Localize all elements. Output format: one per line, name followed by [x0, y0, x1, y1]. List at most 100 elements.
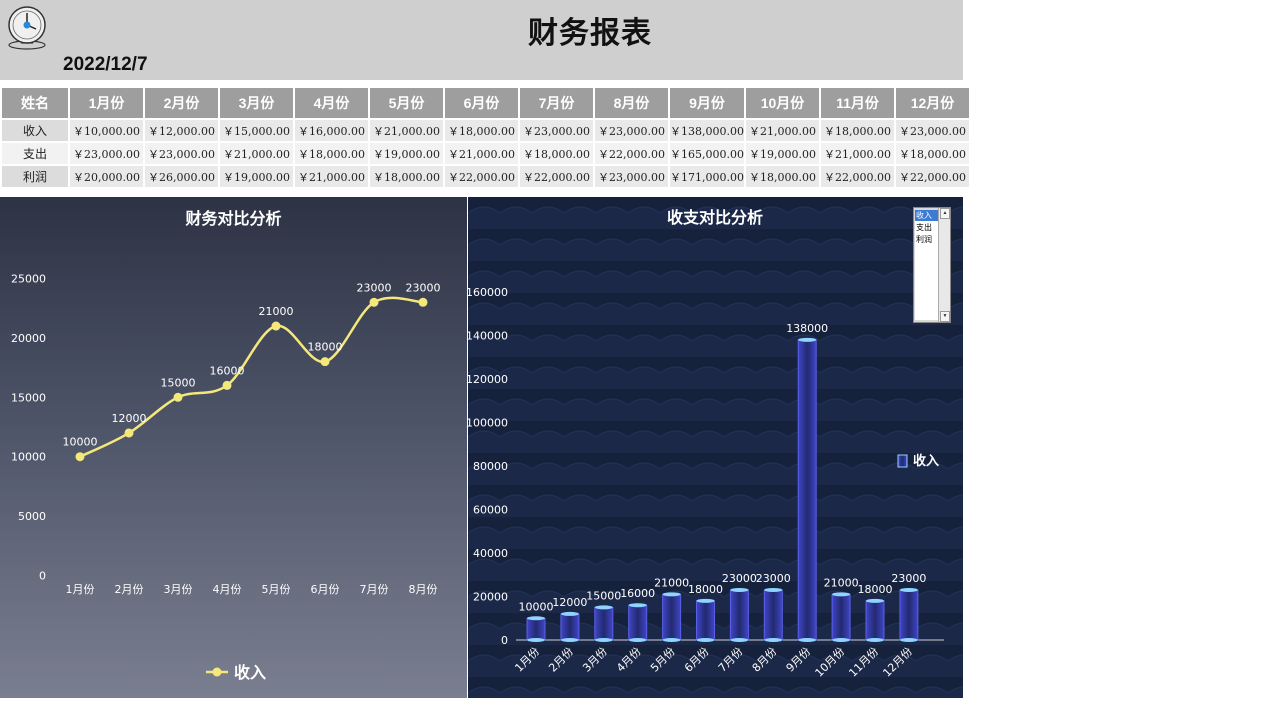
listbox-option[interactable]: 支出 — [915, 222, 940, 233]
data-label: 21000 — [824, 576, 859, 589]
column-header-11: 11月份 — [818, 86, 896, 120]
column-header-10: 10月份 — [743, 86, 821, 120]
bar-cap — [899, 587, 918, 592]
column-header-9: 9月份 — [668, 86, 746, 120]
table-cell: ￥23,000.00 — [893, 118, 971, 143]
scroll-up-arrow-icon[interactable]: ▲ — [940, 208, 950, 219]
data-label: 21000 — [259, 305, 294, 318]
table-cell: ￥15,000.00 — [218, 118, 295, 143]
table-cell: ￥22,000.00 — [443, 164, 520, 189]
y-tick-label: 0 — [39, 570, 46, 583]
table-cell: ￥22,000.00 — [893, 164, 971, 189]
table-cell: ￥23,000.00 — [518, 118, 595, 143]
data-label: 23000 — [406, 281, 441, 294]
data-label: 16000 — [210, 364, 245, 377]
y-tick-label: 80000 — [473, 460, 508, 473]
y-tick-label: 160000 — [468, 286, 508, 299]
bar-base — [832, 638, 851, 642]
report-date: 2022/12/7 — [63, 54, 148, 75]
data-label: 18000 — [858, 583, 893, 596]
table-cell: ￥138,000.00 — [668, 118, 746, 143]
column-header-0: 姓名 — [0, 86, 70, 120]
data-label: 15000 — [586, 589, 621, 602]
data-label: 23000 — [756, 572, 791, 585]
bar — [560, 613, 580, 641]
table-header-row: 姓名 1月份 2月份 3月份 4月份 5月份 6月份 7月份 8月份 9月份 10月份 11月份 12月… — [0, 86, 971, 120]
column-header-2: 2月份 — [143, 86, 220, 120]
data-point — [271, 321, 281, 331]
legend-label: 收入 — [913, 453, 939, 469]
listbox-scrollbar[interactable]: ▲ ▼ — [938, 208, 950, 322]
data-label: 18000 — [688, 583, 723, 596]
line-chart: 财务对比分析 0 5000 10000 15000 20000 25000 1月份 2月份 3月份… — [0, 197, 467, 698]
bar — [763, 589, 783, 641]
data-label: 138000 — [786, 322, 828, 335]
table-cell: ￥19,000.00 — [368, 141, 445, 166]
row-name: 利润 — [0, 164, 70, 189]
bar — [526, 617, 546, 641]
bar-cap — [798, 337, 817, 342]
bar — [628, 604, 648, 641]
data-label: 18000 — [308, 341, 343, 354]
table-cell: ￥165,000.00 — [668, 141, 746, 166]
table-cell: ￥22,000.00 — [818, 164, 896, 189]
data-label: 23000 — [357, 281, 392, 294]
table-row: 支出 ￥23,000.00 ￥23,000.00 ￥21,000.00 ￥18,000.… — [0, 141, 971, 166]
bar-base — [764, 638, 783, 642]
bar-cap — [662, 592, 681, 597]
bar-base — [866, 638, 884, 642]
table-cell: ￥21,000.00 — [818, 141, 896, 166]
bar-base — [560, 638, 579, 642]
table-cell: ￥18,000.00 — [518, 141, 595, 166]
table-cell: ￥23,000.00 — [593, 118, 670, 143]
table-cell: ￥16,000.00 — [293, 118, 370, 143]
column-header-1: 1月份 — [68, 86, 145, 120]
column-header-4: 4月份 — [293, 86, 370, 120]
table-cell: ￥18,000.00 — [893, 141, 971, 166]
table-cell: ￥21,000.00 — [368, 118, 445, 143]
y-tick-label: 120000 — [468, 373, 508, 386]
data-label: 10000 — [63, 436, 98, 449]
bar-base — [594, 638, 613, 642]
listbox-option[interactable]: 利润 — [915, 234, 940, 245]
table-cell: ￥23,000.00 — [68, 141, 145, 166]
row-name: 收入 — [0, 118, 70, 143]
bar-cap — [832, 592, 851, 597]
table-cell: ￥26,000.00 — [143, 164, 220, 189]
data-point — [320, 357, 330, 367]
table-cell: ￥18,000.00 — [818, 118, 896, 143]
table-cell: ￥18,000.00 — [443, 118, 520, 143]
data-point — [75, 452, 85, 462]
table-cell: ￥21,000.00 — [218, 141, 295, 166]
bar — [594, 606, 614, 641]
series-listbox[interactable]: 收入 支出 利润 ▲ ▼ — [913, 207, 951, 323]
bar — [899, 589, 919, 641]
scroll-down-arrow-icon[interactable]: ▼ — [940, 311, 950, 322]
table-cell: ￥21,000.00 — [443, 141, 520, 166]
data-label: 21000 — [654, 576, 689, 589]
listbox-option[interactable]: 收入 — [915, 210, 940, 221]
table-cell: ￥10,000.00 — [68, 118, 145, 143]
table-cell: ￥18,000.00 — [293, 141, 370, 166]
table-cell: ￥22,000.00 — [593, 141, 670, 166]
bar — [865, 600, 885, 641]
bar-base — [662, 638, 681, 642]
bar — [831, 593, 851, 641]
table-cell: ￥18,000.00 — [743, 164, 821, 189]
y-tick-label: 5000 — [18, 510, 46, 523]
legend-marker — [212, 667, 222, 677]
table-cell: ￥171,000.00 — [668, 164, 746, 189]
x-tick-label: 7月份 — [360, 583, 389, 596]
finance-table: 姓名 1月份 2月份 3月份 4月份 5月份 6月份 7月份 8月份 9月份 10月份 11月份 12月… — [0, 86, 971, 189]
data-label: 23000 — [722, 572, 757, 585]
table-cell: ￥22,000.00 — [518, 164, 595, 189]
y-tick-label: 20000 — [473, 591, 508, 604]
bar-cap — [560, 611, 579, 616]
bar-cap — [628, 603, 647, 608]
data-point — [173, 392, 183, 402]
bar-cap — [764, 587, 783, 592]
bar-base — [696, 638, 715, 642]
y-tick-label: 25000 — [11, 273, 46, 286]
column-header-12: 12月份 — [893, 86, 971, 120]
column-header-7: 7月份 — [518, 86, 595, 120]
